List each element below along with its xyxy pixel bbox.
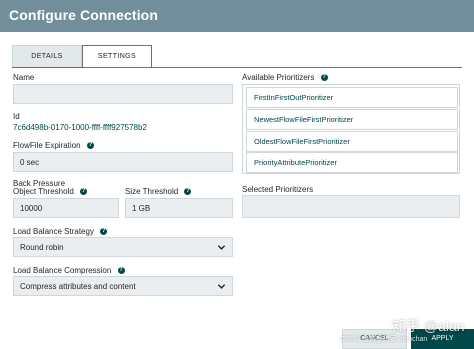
load-balance-compression-label-text: Load Balance Compression <box>13 266 112 275</box>
id-value: 7c6d498b-0170-1000-ffff-ffff927578b2 <box>13 123 147 132</box>
tab-settings[interactable]: SETTINGS <box>82 45 152 68</box>
tab-details[interactable]: DETAILS <box>12 45 82 67</box>
load-balance-compression-value: Compress attributes and content <box>20 281 136 291</box>
help-icon[interactable]: ? <box>184 188 192 196</box>
size-threshold-label-text: Size Threshold <box>125 187 179 196</box>
flowfile-expiration-label-text: FlowFile Expiration <box>13 141 81 150</box>
size-threshold-field[interactable]: 1 GB <box>125 198 233 218</box>
name-label-text: Name <box>13 73 35 82</box>
watermark-zhihu: 知乎 @alan <box>392 318 465 334</box>
flowfile-expiration-value: 0 sec <box>20 157 40 167</box>
dialog-header: Configure Connection <box>0 0 474 32</box>
available-prioritizers-label: Available Prioritizers ? <box>242 73 328 82</box>
object-threshold-field[interactable]: 10000 <box>13 198 119 218</box>
size-threshold-label: Size Threshold ? <box>125 187 192 196</box>
tabs-divider <box>12 67 462 68</box>
load-balance-strategy-select[interactable]: Round robin <box>13 237 233 257</box>
help-icon[interactable]: ? <box>100 228 108 236</box>
object-threshold-value: 10000 <box>20 203 43 213</box>
flowfile-expiration-field[interactable]: 0 sec <box>13 152 233 172</box>
id-label-text: Id <box>13 112 20 121</box>
prioritizer-item[interactable]: PriorityAttributePrioritizer <box>246 152 458 173</box>
selected-prioritizers-label-text: Selected Prioritizers <box>242 185 314 194</box>
available-prioritizers-label-text: Available Prioritizers <box>242 73 315 82</box>
selected-prioritizers-dropzone[interactable] <box>242 195 460 218</box>
prioritizer-item[interactable]: FirstInFirstOutPrioritizer <box>246 87 458 108</box>
flowfile-expiration-label: FlowFile Expiration ? <box>13 141 94 150</box>
load-balance-compression-label: Load Balance Compression ? <box>13 266 125 275</box>
name-field[interactable] <box>13 84 233 104</box>
chevron-down-icon <box>217 244 226 250</box>
chevron-down-icon <box>217 283 226 289</box>
name-label: Name <box>13 73 34 82</box>
load-balance-strategy-label-text: Load Balance Strategy <box>13 227 94 236</box>
id-label: Id <box>13 112 20 121</box>
object-threshold-label: Object Threshold ? <box>13 187 88 196</box>
help-icon[interactable]: ? <box>86 142 94 150</box>
help-icon[interactable]: ? <box>117 267 125 275</box>
object-threshold-label-text: Object Threshold <box>13 187 74 196</box>
dialog-title: Configure Connection <box>9 7 158 23</box>
load-balance-compression-select[interactable]: Compress attributes and content <box>13 276 233 296</box>
available-prioritizers-list: FirstInFirstOutPrioritizer NewestFlowFil… <box>242 84 460 174</box>
load-balance-strategy-label: Load Balance Strategy ? <box>13 227 108 236</box>
watermark-csdn: CSDN @数据砖家 alanchan <box>340 336 428 343</box>
prioritizer-item[interactable]: OldestFlowFileFirstPrioritizer <box>246 131 458 152</box>
selected-prioritizers-label: Selected Prioritizers <box>242 185 313 194</box>
load-balance-strategy-value: Round robin <box>20 242 64 252</box>
prioritizer-item[interactable]: NewestFlowFileFirstPrioritizer <box>246 109 458 130</box>
help-icon[interactable]: ? <box>320 74 328 82</box>
help-icon[interactable]: ? <box>80 188 88 196</box>
size-threshold-value: 1 GB <box>132 203 151 213</box>
